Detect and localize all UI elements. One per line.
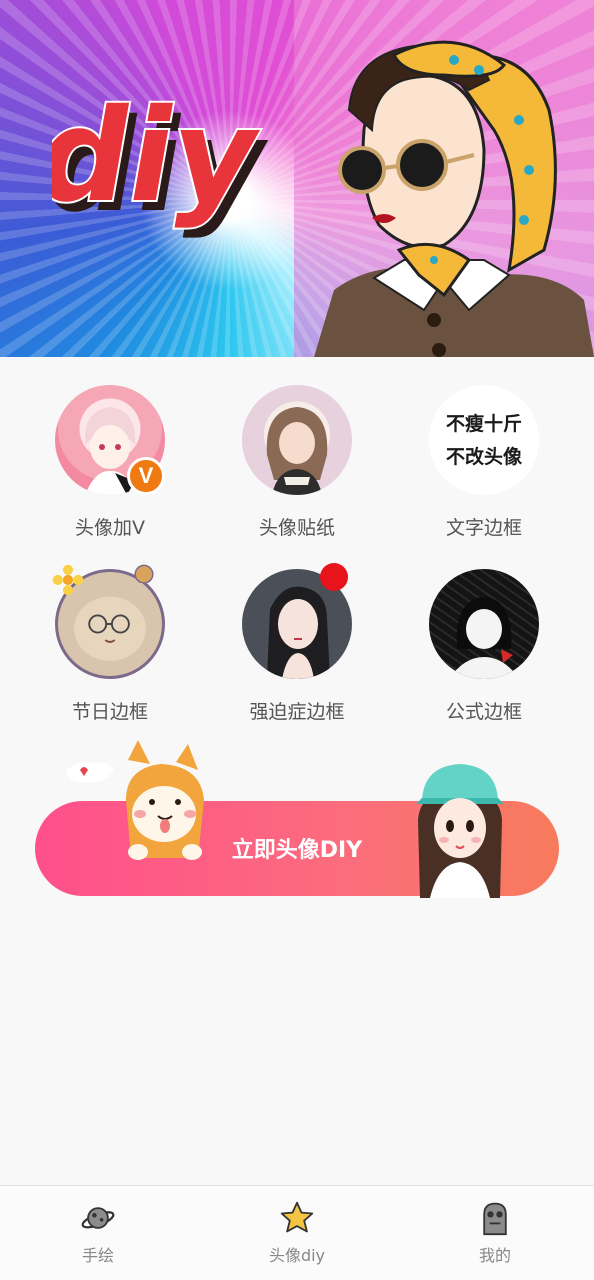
feature-label-holiday-frame: 节日边框 [71,701,148,723]
feature-label-text-frame: 文字边框 [445,517,522,539]
bottom-tab-bar: 手绘 头像diy 我的 [0,1185,594,1280]
text-frame-line1: 不瘦十斤 [446,412,522,435]
cap-girl-sticker [416,764,504,898]
robot-face-icon [483,1202,507,1236]
text-frame-line2: 不改头像 [446,445,523,468]
tab-label-avatar-diy: 头像diy [268,1246,326,1265]
feature-holiday-frame[interactable]: 节日边框 [20,564,200,724]
red-dot-sticker [320,563,348,591]
feature-label-avatar-v: 头像加V [75,517,145,539]
tab-hand-draw[interactable]: 手绘 [28,1200,168,1266]
tab-avatar-diy[interactable]: 头像diy [227,1200,367,1266]
feature-label-formula-frame: 公式边框 [445,701,522,723]
star-icon [280,1201,314,1233]
planet-icon [81,1207,115,1229]
diy-logo: diy diy [52,80,272,240]
bear-ear-icon [134,564,154,583]
verified-v-badge: V [127,457,165,495]
feature-label-avatar-sticker: 头像贴纸 [258,517,335,539]
feature-formula-frame[interactable]: 公式边框 [394,569,574,724]
feature-thumb-ocd-frame [242,563,352,679]
feature-thumb-avatar-v: V [55,385,165,495]
tab-mine[interactable]: 我的 [425,1200,565,1266]
girl-photo-icon [266,407,328,495]
feature-text-frame[interactable]: 不瘦十斤 不改头像 文字边框 [394,385,574,540]
flower-icon [52,564,84,596]
lady-illustration [314,40,594,357]
feature-label-ocd-frame: 强迫症边框 [249,701,345,723]
text-frame-thumb: 不瘦十斤 不改头像 [446,412,523,468]
feature-ocd-frame[interactable]: 强迫症边框 [207,563,387,724]
feature-avatar-sticker[interactable]: 头像贴纸 [207,385,387,540]
feature-thumb-holiday-frame [52,564,165,679]
feature-avatar-v[interactable]: V 头像加V [20,385,200,540]
feature-thumb-formula-frame [429,569,539,679]
shiba-dog-sticker [66,740,204,860]
formula-girl-icon [449,597,519,679]
feature-thumb-text-frame: 不瘦十斤 不改头像 [429,385,539,495]
tab-label-hand-draw: 手绘 [81,1246,114,1265]
diy-logo-text: diy [52,82,271,231]
tab-label-mine: 我的 [478,1246,511,1265]
hero-banner: diy diy [0,0,594,357]
feature-thumb-avatar-sticker [242,385,352,495]
